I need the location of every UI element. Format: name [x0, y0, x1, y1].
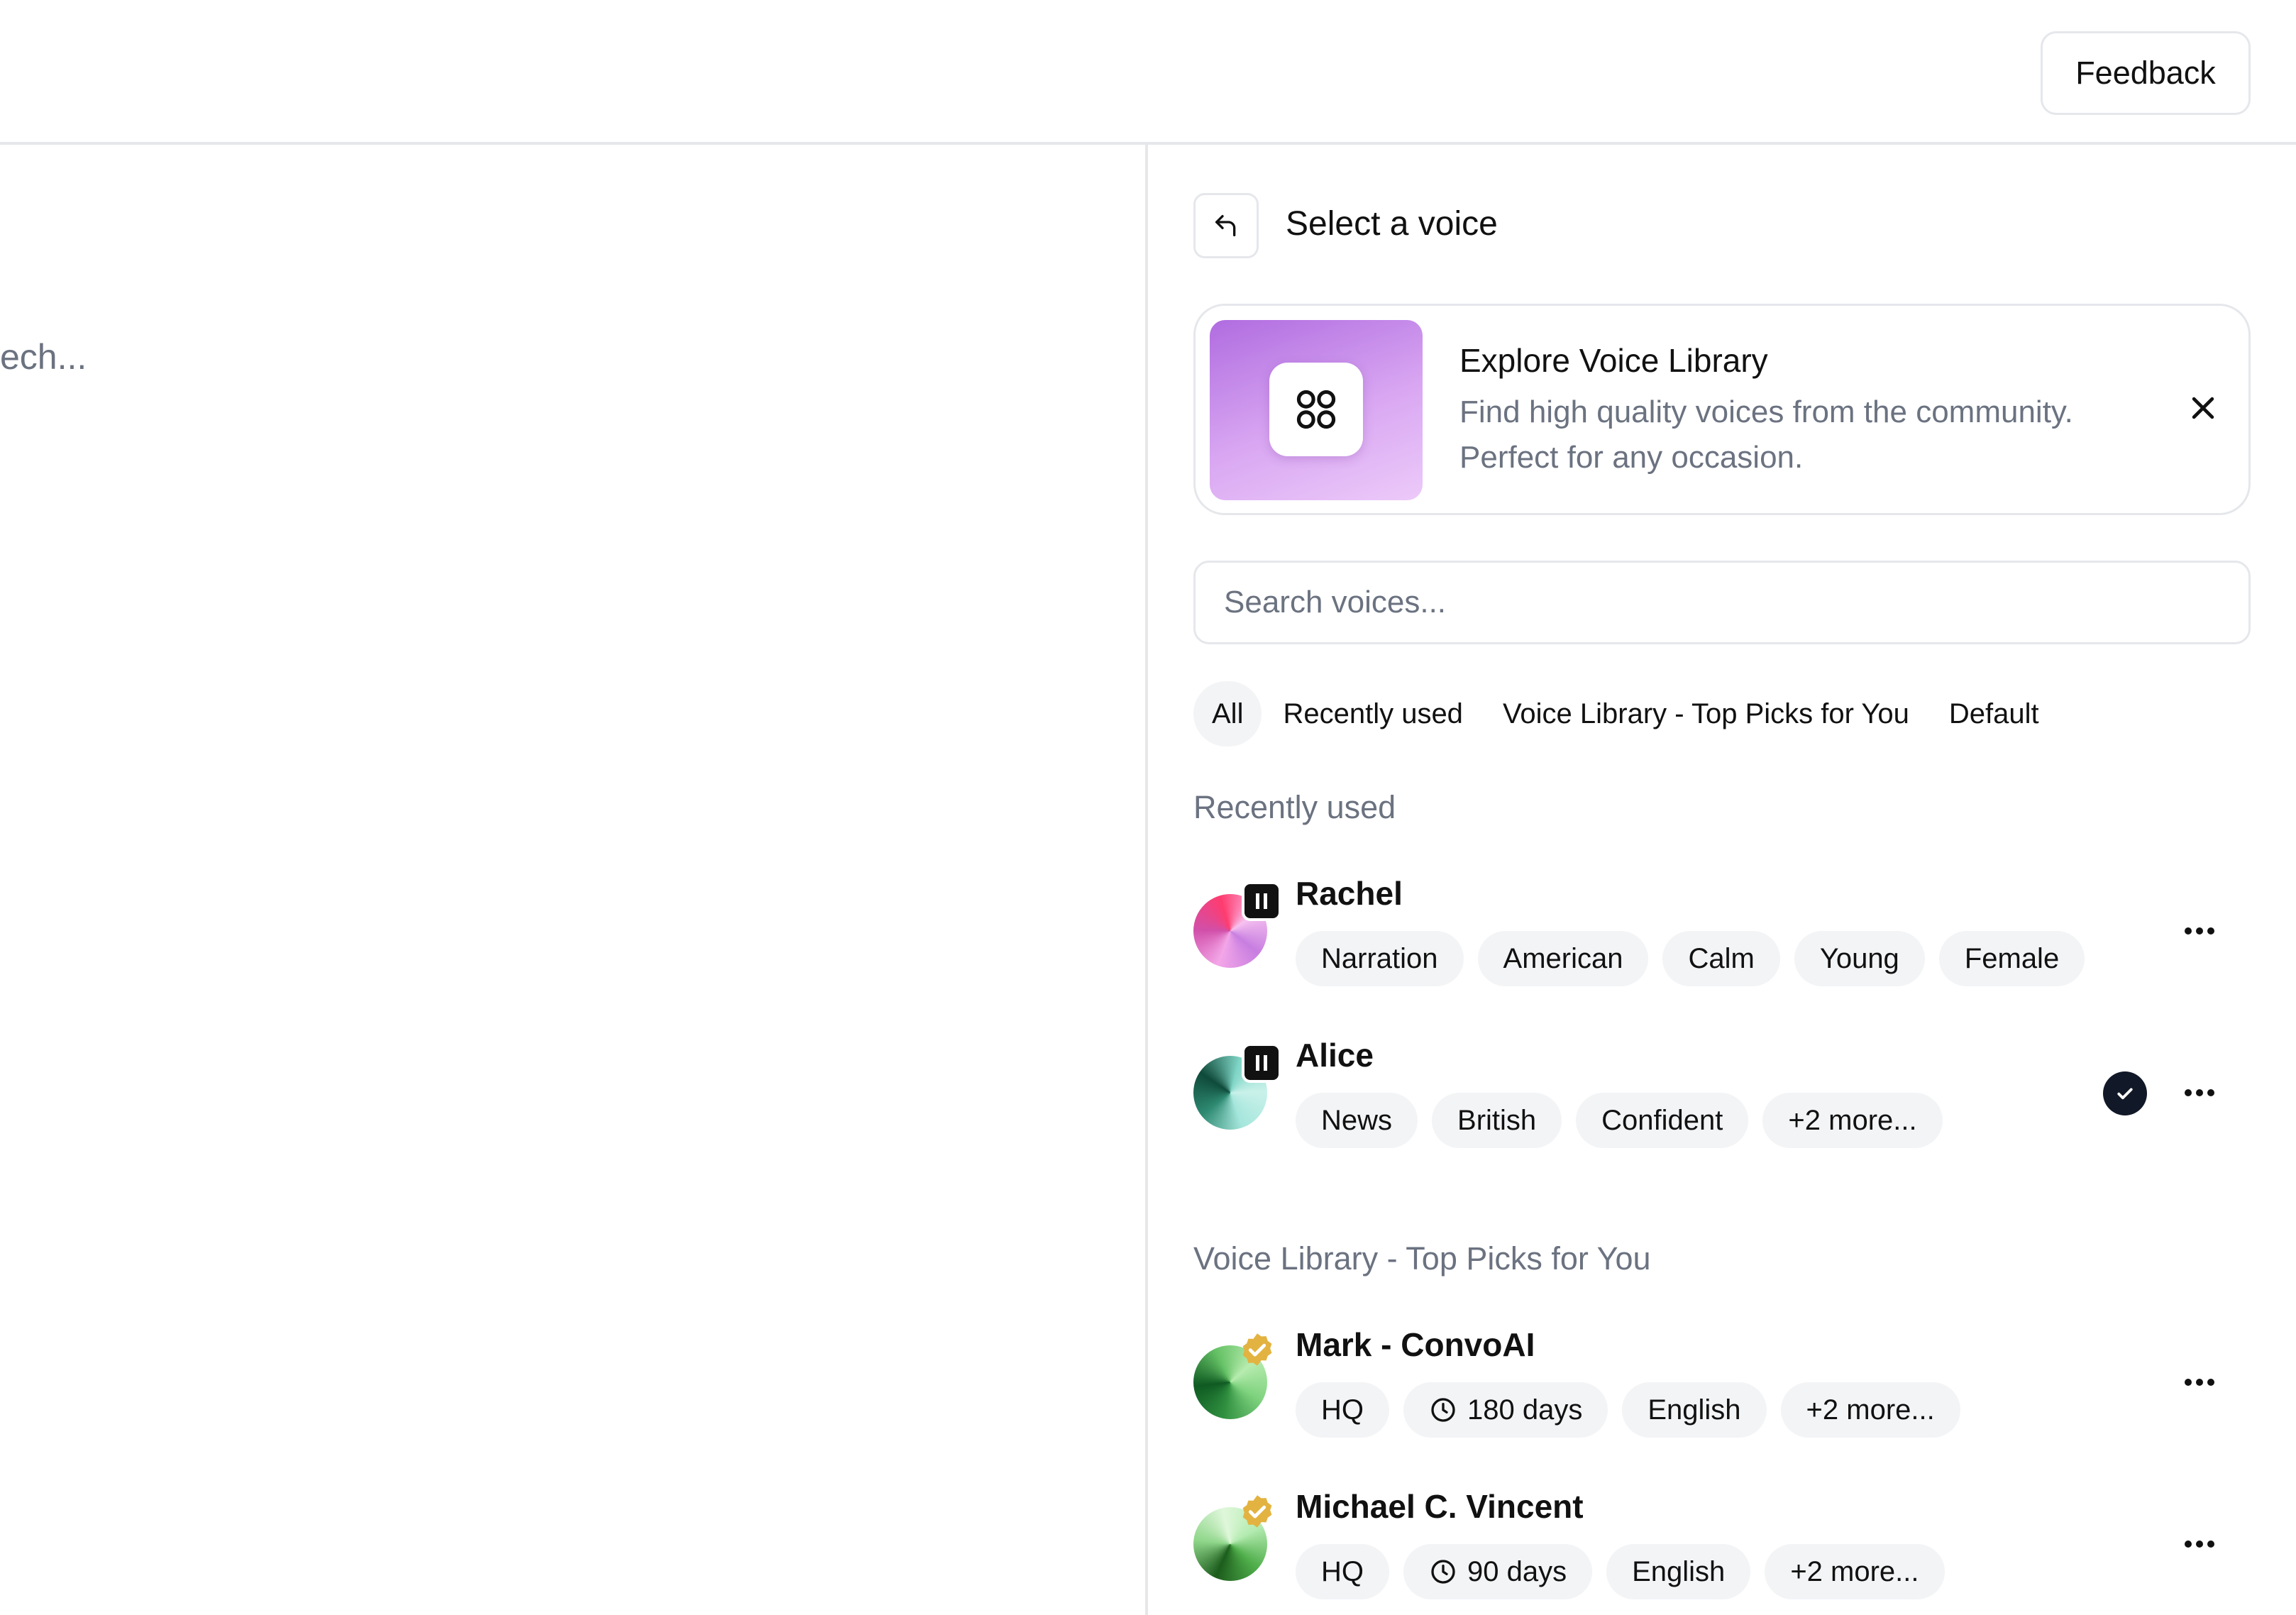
promo-title: Explore Voice Library: [1459, 342, 1768, 379]
more-tags-button[interactable]: +2 more...: [1762, 1093, 1943, 1148]
selected-check-icon: [2103, 1071, 2147, 1115]
library-grid-icon: [1269, 363, 1363, 456]
notice-period-tag: 90 days: [1403, 1544, 1593, 1599]
voice-tags: HQ 180 days English +2 more...: [1296, 1382, 1975, 1438]
voice-tags: Narration American Calm Young Female: [1296, 931, 2099, 986]
tag: HQ: [1296, 1382, 1389, 1438]
tag-label: 180 days: [1467, 1394, 1583, 1426]
top-bar: Feedback: [0, 0, 2296, 145]
tag: English: [1622, 1382, 1767, 1438]
feedback-button[interactable]: Feedback: [2041, 31, 2251, 115]
more-options-icon[interactable]: [2174, 917, 2225, 945]
voice-row-michael-c-vincent[interactable]: Michael C. Vincent HQ 90 days English +2…: [1148, 1467, 2296, 1615]
tag: News: [1296, 1093, 1418, 1148]
voice-name: Alice: [1296, 1037, 1374, 1074]
filter-all[interactable]: All: [1193, 681, 1262, 746]
editor-panel[interactable]: ech...: [0, 145, 1145, 1615]
back-button[interactable]: [1193, 193, 1259, 258]
search-voices-input[interactable]: [1193, 561, 2251, 644]
tag: Narration: [1296, 931, 1464, 986]
clock-icon: [1431, 1560, 1455, 1584]
tag: British: [1432, 1093, 1562, 1148]
tag: American: [1477, 931, 1649, 986]
voice-row-alice[interactable]: Alice News British Confident +2 more...: [1148, 1016, 2296, 1172]
verified-icon: [1239, 1493, 1276, 1530]
tag: Young: [1794, 931, 1925, 986]
verified-icon: [1239, 1331, 1276, 1368]
pause-icon[interactable]: [1242, 1043, 1281, 1083]
filter-recently-used[interactable]: Recently used: [1264, 681, 1481, 746]
tag-label: 90 days: [1467, 1555, 1567, 1587]
close-icon[interactable]: [2182, 387, 2224, 429]
section-label-voice-library: Voice Library - Top Picks for You: [1193, 1240, 1651, 1277]
editor-placeholder-text: ech...: [0, 337, 87, 377]
clock-icon: [1431, 1398, 1455, 1422]
voice-name: Mark - ConvoAI: [1296, 1326, 1535, 1363]
filter-default[interactable]: Default: [1931, 681, 2058, 746]
notice-period-tag: 180 days: [1403, 1382, 1608, 1438]
filter-tabs: All Recently used Voice Library - Top Pi…: [1193, 681, 2060, 746]
promo-description: Find high quality voices from the commun…: [1459, 395, 2073, 475]
pause-icon[interactable]: [1242, 881, 1281, 921]
more-options-icon[interactable]: [2174, 1368, 2225, 1396]
more-options-icon[interactable]: [2174, 1079, 2225, 1107]
more-options-icon[interactable]: [2174, 1530, 2225, 1558]
back-arrow-icon: [1215, 215, 1236, 236]
filter-voice-library-top-picks[interactable]: Voice Library - Top Picks for You: [1484, 681, 1928, 746]
voice-row-mark-convoai[interactable]: Mark - ConvoAI HQ 180 days English +2 mo…: [1148, 1306, 2296, 1462]
tag: HQ: [1296, 1544, 1389, 1599]
tag: Female: [1938, 931, 2085, 986]
voice-selector-panel: Select a voice Explore Voice Library Fin…: [1148, 145, 2296, 1615]
voice-row-rachel[interactable]: Rachel Narration American Calm Young Fem…: [1148, 854, 2296, 1010]
voice-library-promo-card[interactable]: Explore Voice Library Find high quality …: [1193, 304, 2251, 515]
promo-thumbnail: [1210, 320, 1423, 500]
tag: Confident: [1576, 1093, 1749, 1148]
voice-tags: News British Confident +2 more...: [1296, 1093, 1957, 1148]
panel-title: Select a voice: [1286, 205, 1498, 243]
more-tags-button[interactable]: +2 more...: [1780, 1382, 1960, 1438]
section-label-recently-used: Recently used: [1193, 789, 1396, 825]
voice-tags: HQ 90 days English +2 more...: [1296, 1544, 1959, 1599]
tag: Calm: [1662, 931, 1780, 986]
more-tags-button[interactable]: +2 more...: [1765, 1544, 1945, 1599]
voice-name: Michael C. Vincent: [1296, 1488, 1584, 1525]
tag: English: [1606, 1544, 1751, 1599]
voice-name: Rachel: [1296, 875, 1403, 912]
